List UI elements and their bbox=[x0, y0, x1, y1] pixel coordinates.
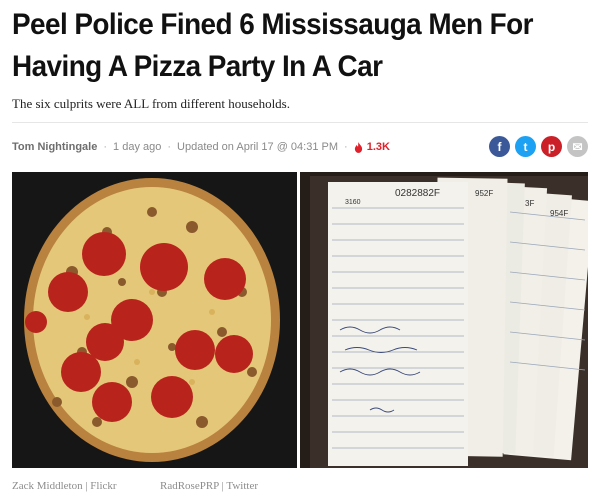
flame-icon bbox=[354, 141, 362, 153]
email-icon: ✉ bbox=[572, 139, 583, 154]
article-subtitle: The six culprits were ALL from different… bbox=[12, 96, 290, 111]
meta-separator: · bbox=[103, 141, 108, 153]
share-bar: f t p ✉ bbox=[489, 136, 588, 157]
pinterest-icon: p bbox=[547, 139, 556, 154]
ticket-side-number: 3F bbox=[525, 199, 534, 208]
ticket-side-number: 952F bbox=[475, 189, 493, 198]
email-share-button[interactable]: ✉ bbox=[567, 136, 588, 157]
meta-separator: · bbox=[167, 141, 172, 153]
view-count: 1.3K bbox=[366, 141, 390, 153]
ticket-side-number: 954F bbox=[550, 209, 568, 218]
twitter-share-button[interactable]: t bbox=[515, 136, 536, 157]
pinterest-share-button[interactable]: p bbox=[541, 136, 562, 157]
meta-separator: · bbox=[344, 141, 348, 153]
facebook-share-button[interactable]: f bbox=[489, 136, 510, 157]
right-photo-credit[interactable]: RadRosePRP | Twitter bbox=[160, 480, 258, 492]
twitter-icon: t bbox=[523, 139, 528, 154]
tickets-photo: 0282882F 3160 952F 3F 954F bbox=[300, 172, 588, 468]
facebook-icon: f bbox=[497, 139, 502, 154]
pizza-photo bbox=[12, 172, 297, 468]
published-time: 1 day ago bbox=[113, 141, 162, 153]
author-name[interactable]: Tom Nightingale bbox=[12, 141, 97, 153]
left-photo-credit[interactable]: Zack Middleton | Flickr bbox=[12, 480, 117, 492]
ticket-prefix: 3160 bbox=[345, 199, 361, 206]
article-meta: Tom Nightingale · 1 day ago · Updated on… bbox=[12, 138, 390, 156]
divider bbox=[12, 122, 588, 123]
article-headline: Peel Police Fined 6 Mississauga Men For … bbox=[12, 8, 533, 83]
ticket-number: 0282882F bbox=[395, 188, 440, 199]
updated-time: Updated on April 17 @ 04:31 PM bbox=[177, 141, 339, 153]
